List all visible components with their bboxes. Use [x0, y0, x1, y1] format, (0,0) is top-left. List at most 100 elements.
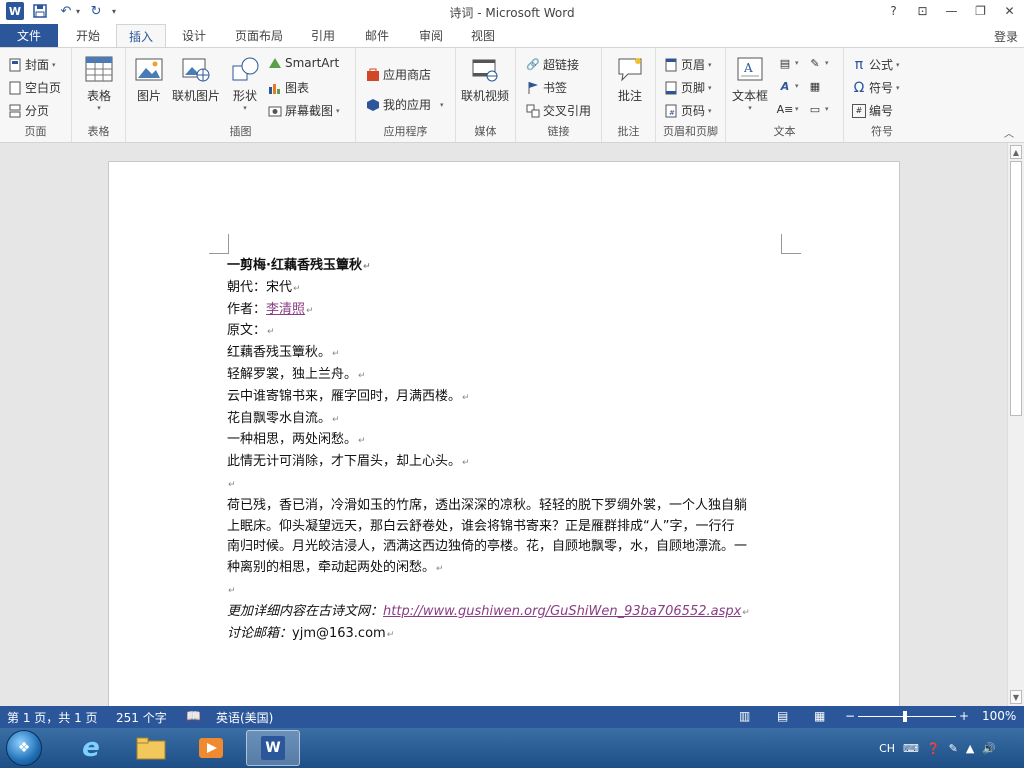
ribbon-display-options-button[interactable]: ⊡	[908, 0, 937, 22]
tab-review[interactable]: 审阅	[408, 24, 454, 48]
online-video-icon	[470, 54, 500, 84]
show-hidden-icons[interactable]: ▲	[966, 742, 974, 755]
smartart-button[interactable]: SmartArt	[268, 56, 339, 70]
document-page[interactable]: 一剪梅·红藕香残玉簟秋↵ 朝代：宋代↵ 作者：李清照↵ 原文：↵ 红藕香残玉簟秋…	[108, 161, 900, 706]
online-picture-button[interactable]: 联机图片	[172, 54, 220, 104]
original-label: 原文：↵	[227, 323, 275, 339]
page-count[interactable]: 第 1 页，共 1 页	[7, 709, 98, 726]
read-mode-icon[interactable]: ▥	[739, 709, 750, 723]
tab-page-layout[interactable]: 页面布局	[224, 24, 294, 48]
web-layout-icon[interactable]: ▦	[814, 709, 825, 723]
pi-icon: π	[854, 56, 864, 73]
print-layout-icon[interactable]: ▤	[777, 709, 788, 723]
word-count[interactable]: 251 个字	[116, 709, 167, 726]
poem-line: 此情无计可消除，才下眉头，却上心头。↵	[227, 454, 470, 470]
cross-reference-icon	[526, 104, 540, 118]
margin-corner-top-right	[781, 234, 801, 254]
tab-mailings[interactable]: 邮件	[354, 24, 400, 48]
footer-button[interactable]: 页脚 ▾	[664, 79, 712, 96]
input-language[interactable]: CH	[879, 742, 895, 755]
sign-in-link[interactable]: 登录	[994, 28, 1018, 45]
header-button[interactable]: 页眉 ▾	[664, 56, 712, 73]
symbol-button[interactable]: Ω 符号 ▾	[852, 79, 900, 96]
document-body[interactable]: 一剪梅·红藕香残玉簟秋↵ 朝代：宋代↵ 作者：李清照↵ 原文：↵ 红藕香残玉簟秋…	[227, 256, 787, 645]
equation-button[interactable]: π 公式 ▾	[852, 56, 900, 73]
page-break-icon	[8, 104, 22, 118]
taskbar-ie[interactable]: e	[64, 730, 118, 766]
drop-cap-icon[interactable]: A≡ ▾	[777, 102, 799, 116]
collapse-ribbon-icon[interactable]: ︿	[1004, 125, 1014, 140]
online-video-button[interactable]: 联机视频	[461, 54, 509, 104]
taskbar-word[interactable]: W	[246, 730, 300, 766]
quick-parts-icon[interactable]: ▤ ▾	[778, 56, 799, 70]
signature-line-icon[interactable]: ✎ ▾	[808, 56, 828, 70]
tab-home[interactable]: 开始	[64, 24, 112, 48]
zoom-level[interactable]: 100%	[982, 709, 1016, 723]
omega-icon: Ω	[853, 79, 865, 96]
minimize-button[interactable]: —	[937, 0, 966, 22]
scroll-down-icon[interactable]: ▼	[1010, 690, 1022, 704]
office-store-button[interactable]: 应用商店	[366, 66, 431, 83]
smartart-icon	[268, 56, 282, 70]
zoom-out-button[interactable]: −	[845, 709, 855, 723]
page-number-button[interactable]: # 页码 ▾	[664, 102, 712, 119]
author-link[interactable]: 李清照	[266, 302, 305, 317]
blank-page-button[interactable]: 空白页	[8, 79, 61, 96]
number-button[interactable]: # 编号	[852, 102, 893, 119]
title-bar: W ↶ ▾ ↻ ▾ 诗词 - Microsoft Word ? ⊡ — ❐ ✕	[0, 0, 1024, 24]
page-break-button[interactable]: 分页	[8, 102, 49, 119]
help-tray-icon[interactable]: ❓	[927, 742, 941, 755]
poem-line: 云中谁寄锦书来，雁字回时，月满西楼。↵	[227, 388, 470, 404]
vertical-scrollbar[interactable]: ▲ ▼	[1007, 143, 1024, 706]
proofing-icon[interactable]: 📖	[186, 709, 201, 723]
zoom-slider[interactable]	[858, 716, 956, 717]
volume-icon[interactable]: 🔊	[982, 742, 996, 755]
scroll-up-icon[interactable]: ▲	[1010, 145, 1022, 159]
object-icon[interactable]: ▭ ▾	[808, 102, 829, 116]
poem-title: 一剪梅·红藕香残玉簟秋↵	[227, 258, 371, 273]
blank-page-icon	[8, 81, 22, 95]
wordart-icon[interactable]: A ▾	[778, 79, 799, 93]
svg-text:A: A	[743, 61, 753, 75]
help-button[interactable]: ?	[879, 0, 908, 22]
language[interactable]: 英语(美国)	[216, 709, 273, 726]
my-apps-button[interactable]: 我的应用 ▾	[366, 96, 444, 113]
comment-icon	[615, 54, 645, 84]
group-apps: 应用商店 我的应用 ▾ 应用程序	[356, 48, 456, 142]
taskbar-explorer[interactable]	[124, 730, 178, 766]
cross-reference-button[interactable]: 交叉引用	[526, 102, 591, 119]
translation-line: 种离别的相思，牵动起两处的闲愁。↵	[227, 560, 444, 576]
tab-references[interactable]: 引用	[300, 24, 346, 48]
chart-button[interactable]: 图表	[268, 79, 309, 96]
restore-button[interactable]: ❐	[966, 0, 995, 22]
taskbar-media-player[interactable]	[184, 730, 238, 766]
close-button[interactable]: ✕	[995, 0, 1024, 22]
date-time-icon[interactable]: ▦	[808, 79, 822, 93]
gushiwen-link[interactable]: http://www.gushiwen.org/GuShiWen_93ba706…	[383, 604, 741, 619]
scroll-thumb[interactable]	[1010, 161, 1022, 416]
group-text: A 文本框 ▾ ▤ ▾ A ▾ A≡ ▾ ✎ ▾ ▦ ▭ ▾ 文本	[726, 48, 844, 142]
tab-file[interactable]: 文件	[0, 24, 58, 48]
hyperlink-button[interactable]: 🔗 超链接	[526, 56, 579, 73]
zoom-in-button[interactable]: +	[959, 709, 969, 723]
bookmark-button[interactable]: 书签	[526, 79, 567, 96]
shapes-button[interactable]: 形状 ▾	[230, 54, 260, 112]
footer-icon	[664, 81, 678, 95]
cover-page-button[interactable]: 封面 ▾	[8, 56, 56, 73]
start-button[interactable]: ❖	[6, 730, 42, 766]
pen-icon[interactable]: ✎	[949, 742, 958, 755]
tab-design[interactable]: 设计	[170, 24, 218, 48]
table-button[interactable]: 表格 ▾	[84, 54, 114, 112]
tab-insert[interactable]: 插入	[116, 24, 166, 48]
zoom-slider-thumb[interactable]	[903, 711, 907, 722]
poem-line: 花自飘零水自流。↵	[227, 410, 340, 426]
group-illustrations: 图片 联机图片 形状 ▾ SmartArt 图表 屏幕截图 ▾ 插图	[126, 48, 356, 142]
taskbar: ❖ e W CH ⌨ ❓ ✎ ▲ 🔊	[0, 728, 1024, 768]
keyboard-icon[interactable]: ⌨	[903, 742, 919, 755]
screenshot-button[interactable]: 屏幕截图 ▾	[268, 102, 340, 119]
tab-view[interactable]: 视图	[460, 24, 506, 48]
page-number-icon: #	[664, 104, 678, 118]
picture-button[interactable]: 图片	[134, 54, 164, 104]
textbox-button[interactable]: A 文本框 ▾	[732, 54, 768, 112]
new-comment-button[interactable]: 批注	[615, 54, 645, 104]
